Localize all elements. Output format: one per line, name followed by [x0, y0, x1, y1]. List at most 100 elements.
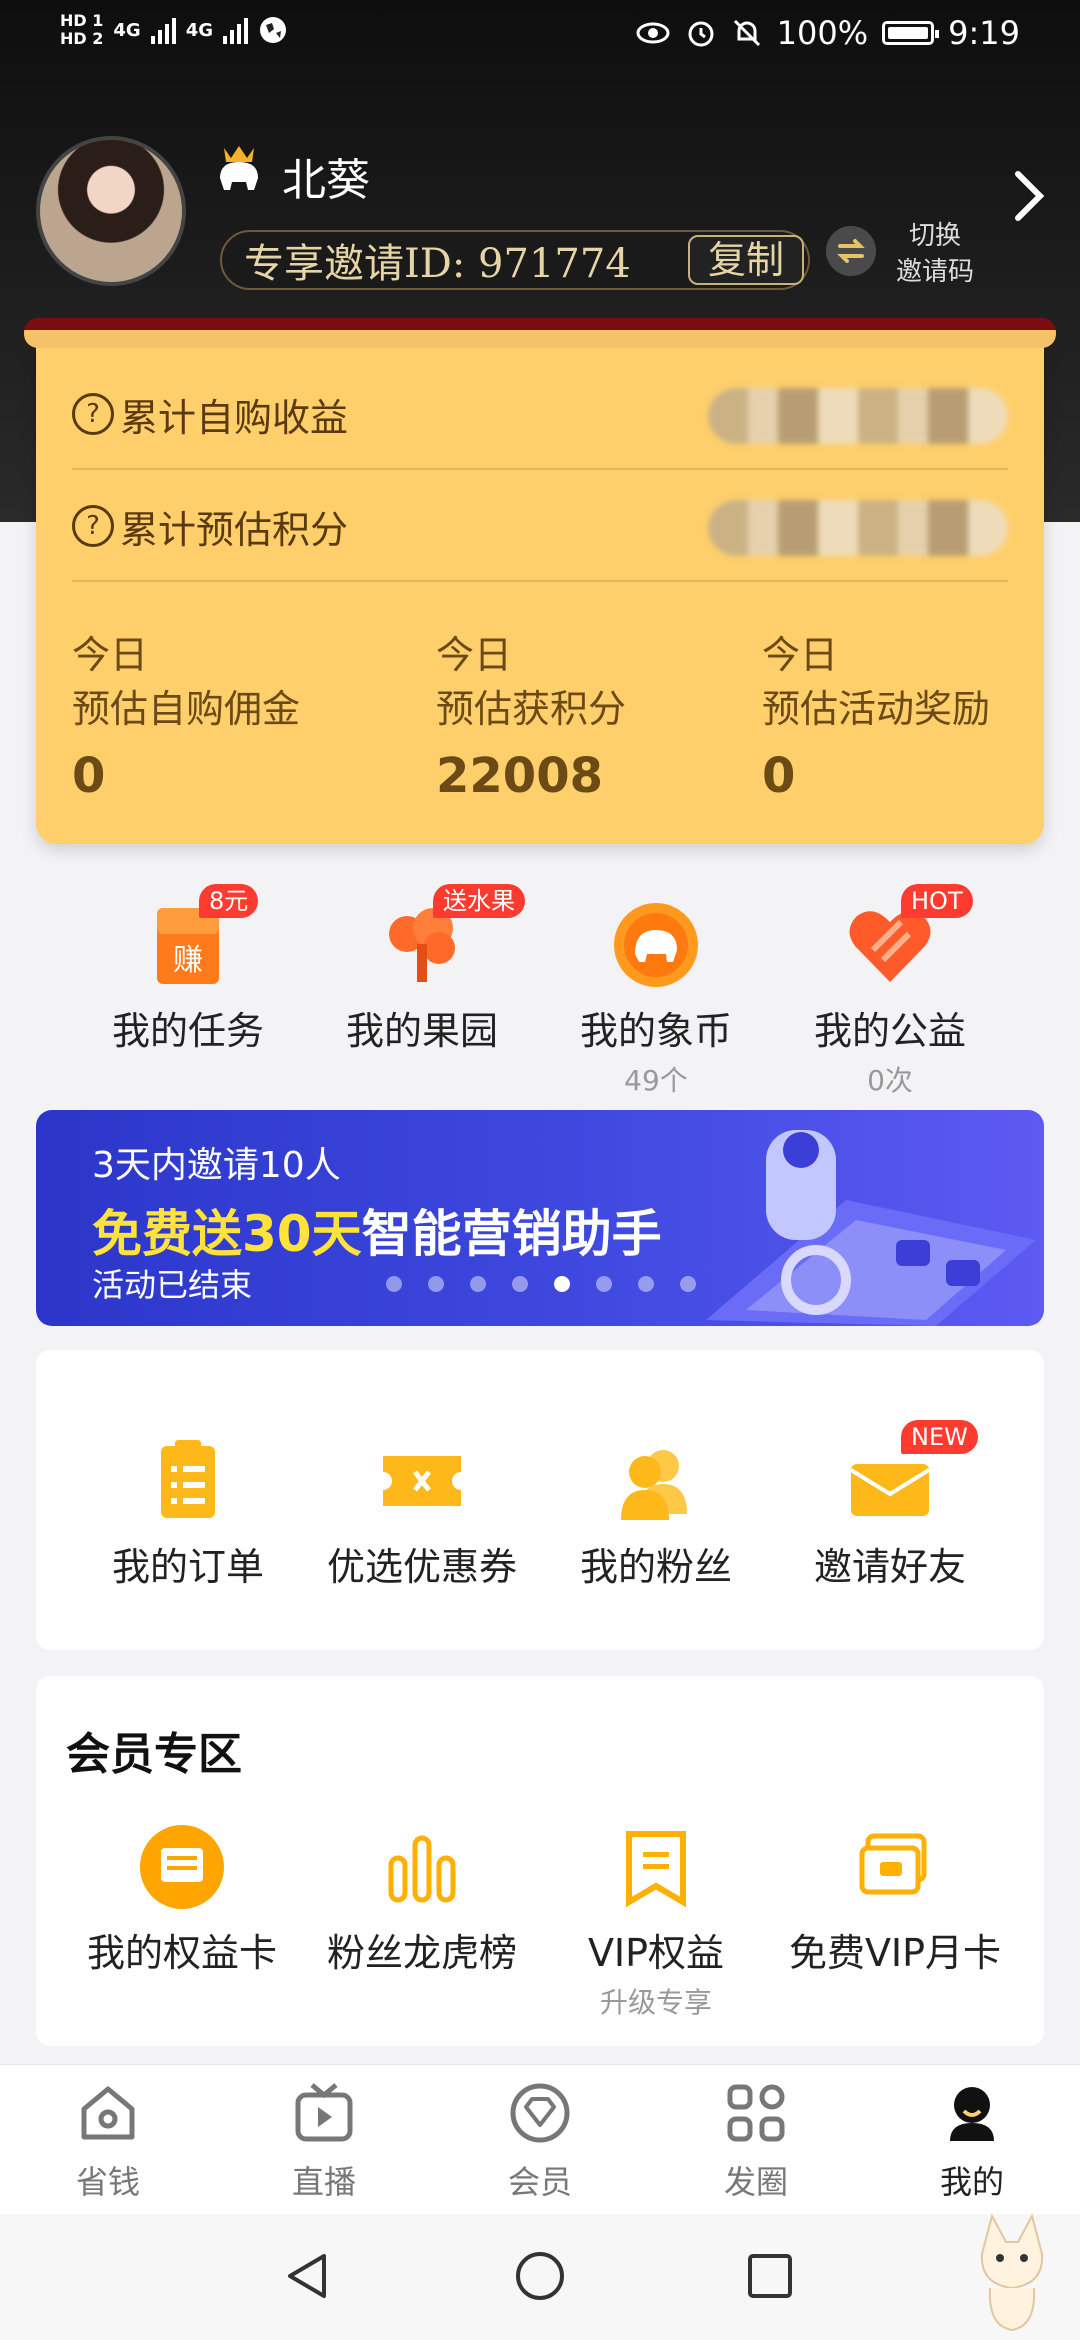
my-fans-entry[interactable]: 我的粉丝: [546, 1436, 766, 1591]
my-coins-entry[interactable]: 我的象币 49个: [546, 900, 766, 1099]
fans-ranking-entry[interactable]: 粉丝龙虎榜: [312, 1822, 532, 1977]
fox-mascot-icon[interactable]: [972, 2214, 1052, 2334]
battery-percent: 100%: [776, 14, 869, 52]
recents-icon[interactable]: [746, 2252, 794, 2300]
total-points-label: 累计预估积分: [120, 507, 349, 552]
nav-label: 省钱: [75, 2163, 140, 2201]
pager-dot[interactable]: [386, 1276, 402, 1292]
clock: 9:19: [948, 14, 1020, 52]
member-zone-title: 会员专区: [66, 1729, 242, 1780]
pager-dot[interactable]: [596, 1276, 612, 1292]
today-points-label: 今日 预估获积分: [436, 628, 626, 736]
my-charity-count: 0次: [867, 1064, 913, 1097]
diamond-icon: [510, 2083, 570, 2143]
pager-dot[interactable]: [428, 1276, 444, 1292]
today-self-commission-value: 0: [72, 748, 106, 804]
my-coins-label: 我的象币: [579, 1009, 732, 1053]
today-points-value: 22008: [436, 748, 603, 804]
pager-dot[interactable]: [470, 1276, 486, 1292]
copy-button[interactable]: 复制: [687, 235, 804, 285]
status-bar: HD 1 HD 2 4G 4G 100% 9:19: [0, 0, 1080, 72]
pager-dot[interactable]: [680, 1276, 696, 1292]
my-benefit-card-entry[interactable]: 我的权益卡: [72, 1822, 292, 1977]
my-coins-count: 49个: [624, 1064, 688, 1097]
my-charity-label: 我的公益: [813, 1009, 966, 1053]
home-circle-icon[interactable]: [514, 2250, 566, 2302]
pager-dot[interactable]: [512, 1276, 528, 1292]
banner-line1: 3天内邀请10人: [92, 1145, 341, 1186]
grid-icon: [727, 2084, 785, 2142]
today-metric-label: 预估活动奖励: [762, 687, 991, 731]
clipboard-icon: [161, 1440, 215, 1518]
vip-benefits-entry[interactable]: VIP权益 升级专享: [546, 1822, 766, 2021]
today-label: 今日: [72, 633, 149, 677]
nav-moments[interactable]: 发圈: [648, 2079, 864, 2203]
hd1-label: HD 1: [60, 11, 104, 30]
task-badge: 8元: [199, 884, 259, 918]
today-label: 今日: [436, 633, 513, 677]
network-type-1: 4G: [113, 19, 141, 41]
alarm-icon: [688, 21, 714, 47]
signal-icon: [150, 16, 176, 44]
system-navigation-bar: [0, 2214, 1080, 2340]
switch-invite-code[interactable]: 切换 邀请码: [890, 218, 980, 290]
switch-label-line1: 切换: [908, 221, 961, 251]
battery-icon: [882, 21, 940, 45]
pager-dot[interactable]: [638, 1276, 654, 1292]
total-points-row[interactable]: ? 累计预估积分: [72, 472, 1008, 582]
orchard-badge: 送水果: [433, 884, 525, 918]
vip-card-icon: [859, 1833, 927, 1895]
my-orders-label: 我的订单: [111, 1545, 264, 1589]
banner-pagination[interactable]: [386, 1276, 696, 1292]
globe-icon: [260, 17, 286, 43]
free-vip-monthly-entry[interactable]: 免费VIP月卡: [780, 1822, 1010, 1977]
nav-member[interactable]: 会员: [432, 2079, 648, 2203]
tv-icon: [295, 2083, 353, 2142]
nav-live[interactable]: 直播: [216, 2079, 432, 2203]
my-tasks-entry[interactable]: 赚 8元 我的任务: [78, 884, 298, 1055]
avatar[interactable]: [36, 136, 186, 286]
back-icon[interactable]: [282, 2250, 334, 2302]
nav-mine[interactable]: 我的: [864, 2079, 1080, 2203]
my-orchard-label: 我的果园: [345, 1009, 498, 1053]
nav-save-money[interactable]: 省钱: [0, 2079, 216, 2203]
bar-chart-icon: [388, 1835, 456, 1903]
chevron-right-icon[interactable]: [1010, 166, 1050, 226]
my-charity-entry[interactable]: HOT 我的公益 0次: [780, 884, 1000, 1099]
eye-icon: [636, 22, 670, 44]
my-orders-entry[interactable]: 我的订单: [78, 1436, 298, 1591]
banner-line2-text: 智能营销助手: [361, 1205, 662, 1263]
vip-benefits-label: VIP权益: [587, 1931, 725, 1975]
coupons-label: 优选优惠券: [326, 1545, 517, 1589]
today-metric-label: 预估获积分: [436, 687, 627, 731]
help-icon[interactable]: ?: [72, 505, 114, 547]
switch-label-line2: 邀请码: [895, 257, 974, 287]
signal-icon: [223, 16, 248, 44]
switch-icon[interactable]: [826, 226, 876, 276]
promo-banner[interactable]: 3天内邀请10人 免费送30天智能营销助手 活动已结束: [36, 1110, 1044, 1326]
elephant-crown-icon: [220, 146, 258, 190]
blurred-value: [708, 500, 1008, 556]
my-tasks-label: 我的任务: [111, 1009, 264, 1053]
today-activity-reward-label: 今日 预估活动奖励: [762, 628, 990, 736]
coupons-entry[interactable]: 优选优惠券: [312, 1436, 532, 1591]
benefit-card-icon: [140, 1825, 224, 1909]
my-orchard-entry[interactable]: 送水果 我的果园: [312, 884, 532, 1055]
help-icon[interactable]: ?: [72, 393, 114, 435]
free-vip-monthly-label: 免费VIP月卡: [788, 1931, 1002, 1975]
nav-label: 会员: [507, 2163, 572, 2201]
pager-dot-active[interactable]: [554, 1276, 570, 1292]
invite-friends-entry[interactable]: NEW 邀请好友: [780, 1420, 1000, 1591]
bottom-nav: 省钱 直播 会员 发圈 我的: [0, 2064, 1080, 2214]
banner-line2: 免费送30天智能营销助手: [92, 1194, 662, 1266]
charity-badge: HOT: [901, 884, 973, 918]
status-right: 100% 9:19: [635, 14, 1020, 52]
banner-line3: 活动已结束: [92, 1266, 253, 1304]
home-icon: [81, 2086, 135, 2140]
today-metric-label: 预估自购佣金: [72, 687, 301, 731]
my-benefit-card-label: 我的权益卡: [86, 1931, 277, 1975]
total-self-purchase-row[interactable]: ? 累计自购收益: [72, 360, 1008, 470]
coupon-icon: [383, 1456, 461, 1506]
network-type-2: 4G: [185, 19, 213, 41]
invite-id-pill: 专享邀请ID: 971774 复制: [220, 230, 810, 290]
